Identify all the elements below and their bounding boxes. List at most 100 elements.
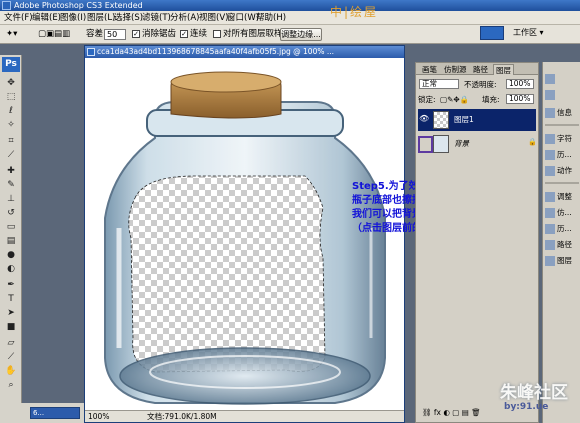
menu-select[interactable]: 选择(S) (114, 11, 143, 25)
dock-history2[interactable]: 历... (544, 222, 580, 236)
menu-analysis[interactable]: 分析(A) (170, 11, 199, 25)
menu-help[interactable]: 帮助(H) (256, 11, 286, 25)
site-watermark-text: 朱峰社区 (500, 383, 568, 403)
marquee-tool-icon[interactable]: ⬚ (4, 91, 18, 103)
magic-wand-tool-icon[interactable]: ✦▾ (6, 28, 17, 41)
menu-layer[interactable]: 图层(L) (87, 11, 115, 25)
layer-row-layer1[interactable]: 👁 图层1 (418, 109, 536, 131)
dock-navigator[interactable] (544, 72, 580, 86)
tab-layers[interactable]: 图层 (493, 64, 514, 75)
ps-logo-icon: Ps (2, 57, 20, 72)
dock-actions[interactable]: 动作 (544, 164, 580, 178)
dock-history-label: 历... (557, 150, 572, 159)
dock-layers[interactable]: 图层 (544, 254, 580, 268)
dock-info[interactable]: 信息 (544, 106, 580, 120)
blend-mode-select[interactable]: 正常 (419, 79, 459, 89)
eyedropper-icon[interactable]: ⟋ (4, 351, 18, 363)
dock-paths[interactable]: 路径 (544, 238, 580, 252)
layer-name: 背景 (454, 139, 469, 148)
layers-panel: 画笔 仿制源 路径 图层 正常 不透明度: 100% 锁定: ▢✎✥🔒 填充: … (415, 62, 539, 423)
menu-filter[interactable]: 滤镜(T) (142, 11, 171, 25)
crop-tool-icon[interactable]: ⌗ (4, 135, 18, 147)
hand-tool-icon[interactable]: ✋ (4, 365, 18, 377)
document-info[interactable]: 文档:791.0K/1.80M (147, 411, 217, 423)
shape-tool-icon[interactable]: ■ (4, 321, 18, 333)
refine-edge-button[interactable]: 调整边缘... (280, 28, 322, 41)
site-watermark-url: by:91.ue (504, 402, 549, 412)
notes-tool-icon[interactable]: ▱ (4, 337, 18, 349)
sample-all-checkbox[interactable] (213, 29, 221, 38)
toolbox: Ps ✥ ⬚ ℓ ✧ ⌗ ⟋ ✚ ✎ ⊥ ↺ ▭ ▤ ● ◐ ✒ T ➤ ■ ▱… (0, 55, 22, 423)
document-titlebar[interactable]: cca1da43ad4bd113968678845aafa40f4afb05f5… (85, 46, 404, 58)
site-watermark: 朱峰社区 by:91.ue (472, 372, 580, 423)
document-statusbar: 100% 文档:791.0K/1.80M (85, 410, 404, 422)
info-icon (545, 108, 555, 118)
hidden-visibility-toggle[interactable] (418, 136, 433, 153)
pen-tool-icon[interactable]: ✒ (4, 279, 18, 291)
menu-edit[interactable]: 编辑(E) (32, 11, 61, 25)
tolerance-label: 容差: (86, 29, 106, 39)
app-titlebar: Adobe Photoshop CS3 Extended (0, 0, 580, 11)
dock-character-label: 字符 (557, 134, 572, 143)
dock-clone[interactable]: 仿... (544, 206, 580, 220)
selection-mode-icons[interactable]: ▢▣▤▥ (38, 28, 70, 41)
slice-tool-icon[interactable]: ⟋ (4, 149, 18, 161)
eraser-tool-icon[interactable]: ▭ (4, 221, 18, 233)
layer-name: 图层1 (454, 115, 474, 124)
dock-adjust[interactable]: 调整 (544, 190, 580, 204)
type-tool-icon[interactable]: T (4, 293, 18, 305)
navigator-icon (545, 74, 555, 84)
workspace-menu[interactable]: 工作区 ▾ (513, 26, 544, 40)
taskbar: 6... (0, 403, 84, 423)
lock-icons[interactable]: ▢✎✥🔒 (440, 94, 469, 105)
layer-thumbnail (433, 135, 449, 153)
taskbar-item[interactable]: 6... (30, 407, 80, 419)
menu-view[interactable]: 视图(V) (199, 11, 228, 25)
tab-brushes[interactable]: 画笔 (420, 64, 439, 75)
history-brush-icon[interactable]: ↺ (4, 207, 18, 219)
menu-bar: 文件(F) 编辑(E) 图像(I) 图层(L) 选择(S) 滤镜(T) 分析(A… (0, 11, 580, 25)
dock-history[interactable]: 历... (544, 148, 580, 162)
visibility-eye-icon[interactable]: 👁 (419, 114, 429, 124)
zoom-level[interactable]: 100% (88, 411, 109, 423)
anti-alias-checkbox[interactable]: ✓ (132, 29, 140, 38)
sample-all-option[interactable]: 对所有图层取样 (213, 28, 283, 41)
bridge-icon[interactable] (480, 26, 504, 40)
menu-window[interactable]: 窗口(W) (227, 11, 259, 25)
clone-icon (545, 208, 555, 218)
photoshop-icon (2, 1, 11, 10)
fill-input[interactable]: 100% (506, 94, 534, 104)
layer-row-background[interactable]: 背景 🔒 (418, 133, 537, 155)
menu-file[interactable]: 文件(F) (4, 11, 33, 25)
tab-clone-source[interactable]: 仿制源 (442, 64, 469, 75)
contiguous-option[interactable]: ✓ 连续 (180, 28, 207, 41)
gradient-tool-icon[interactable]: ▤ (4, 235, 18, 247)
healing-tool-icon[interactable]: ✚ (4, 165, 18, 177)
dock-character[interactable]: 字符 (544, 132, 580, 146)
dock-histogram[interactable] (544, 88, 580, 102)
move-tool-icon[interactable]: ✥ (4, 77, 18, 89)
tab-paths[interactable]: 路径 (471, 64, 490, 75)
document-title: cca1da43ad4bd113968678845aafa40f4afb05f5… (97, 47, 334, 56)
path-select-icon[interactable]: ➤ (4, 307, 18, 319)
stamp-tool-icon[interactable]: ⊥ (4, 193, 18, 205)
opacity-input[interactable]: 100% (506, 79, 534, 89)
magic-wand-icon[interactable]: ✧ (4, 119, 18, 131)
paths-icon (545, 240, 555, 250)
dock-paths-label: 路径 (557, 240, 572, 249)
contiguous-checkbox[interactable]: ✓ (180, 29, 188, 38)
panel-dock: 信息 字符 历... 动作 调整 仿... 历... 路径 图层 (542, 62, 580, 423)
brush-tool-icon[interactable]: ✎ (4, 179, 18, 191)
zoom-tool-icon[interactable]: ⌕ (4, 379, 18, 391)
contiguous-label: 连续 (190, 29, 208, 39)
anti-alias-option[interactable]: ✓ 消除锯齿 (132, 28, 176, 41)
dodge-tool-icon[interactable]: ◐ (4, 263, 18, 275)
tolerance-input[interactable]: 50 (104, 29, 126, 40)
layers-icon (545, 256, 555, 266)
opacity-label: 不透明度: (464, 80, 497, 89)
lasso-tool-icon[interactable]: ℓ (4, 105, 18, 117)
menu-image[interactable]: 图像(I) (60, 11, 86, 25)
panel-tabs: 画笔 仿制源 路径 图层 (416, 63, 538, 75)
lock-label: 锁定: (418, 95, 436, 104)
blur-tool-icon[interactable]: ● (4, 249, 18, 261)
